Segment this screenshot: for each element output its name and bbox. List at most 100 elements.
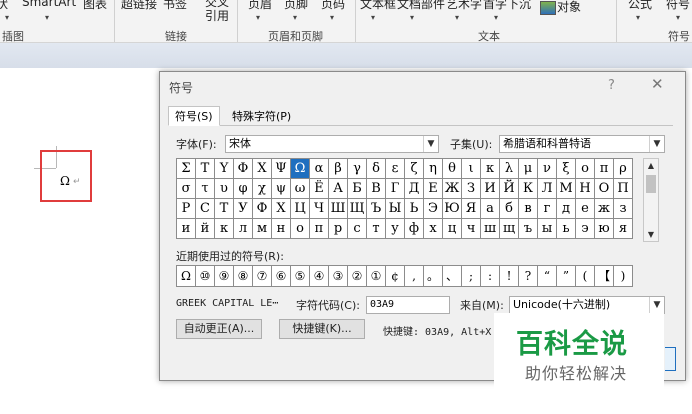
chevron-down-icon[interactable]: ▼ (423, 136, 438, 152)
symbol-cell[interactable]: м (253, 219, 272, 239)
symbol-cell[interactable]: Э (424, 199, 443, 219)
symbol-cell[interactable]: в (519, 199, 538, 219)
header-command[interactable]: 页眉 (248, 0, 272, 12)
symbol-cell[interactable]: А (329, 179, 348, 199)
symbol-cell[interactable]: ζ (405, 159, 424, 179)
symbol-cell[interactable]: Ц (291, 199, 310, 219)
page-number-command[interactable]: 页码 (321, 0, 345, 12)
symbol-cell[interactable]: О (595, 179, 614, 199)
symbol-cell[interactable]: д (557, 199, 576, 219)
symbol-cell[interactable]: Г (386, 179, 405, 199)
chevron-down-icon[interactable]: ▾ (371, 13, 375, 22)
recent-symbol-cell[interactable]: 【 (595, 266, 614, 287)
symbol-cell[interactable]: Н (576, 179, 595, 199)
symbol-cell[interactable]: У (234, 199, 253, 219)
recent-symbol-cell[interactable]: ? (519, 266, 538, 287)
symbol-cell[interactable]: Ж (443, 179, 462, 199)
scroll-thumb[interactable] (646, 175, 656, 193)
symbol-cell[interactable]: ц (443, 219, 462, 239)
symbol-cell[interactable]: И (481, 179, 500, 199)
recent-symbol-cell[interactable]: ! (500, 266, 519, 287)
symbol-cell[interactable]: ю (595, 219, 614, 239)
recent-symbol-cell[interactable]: ⑤ (291, 266, 310, 287)
symbol-cell[interactable]: γ (348, 159, 367, 179)
symbol-cell[interactable]: Χ (253, 159, 272, 179)
chevron-down-icon[interactable]: ▾ (494, 13, 498, 22)
equation-command[interactable]: 公式 (628, 0, 652, 12)
symbol-cell[interactable]: ξ (557, 159, 576, 179)
symbol-cell[interactable]: н (272, 219, 291, 239)
recent-symbol-cell[interactable]: ) (614, 266, 633, 287)
autocorrect-button[interactable]: 自动更正(A)... (176, 319, 262, 339)
chevron-down-icon[interactable]: ▾ (5, 13, 9, 22)
symbol-cell[interactable]: Х (272, 199, 291, 219)
scroll-down-icon[interactable]: ▼ (644, 230, 658, 239)
subset-select[interactable]: 希腊语和科普特语 ▼ (499, 135, 665, 153)
insert-button-edge[interactable] (665, 347, 676, 371)
symbol-cell[interactable]: Υ (215, 159, 234, 179)
symbol-cell[interactable]: е (576, 199, 595, 219)
symbol-cell[interactable]: σ (177, 179, 196, 199)
symbol-cell[interactable]: Й (500, 179, 519, 199)
chevron-down-icon[interactable]: ▾ (45, 13, 49, 22)
symbol-cell[interactable]: ρ (614, 159, 633, 179)
symbol-cell[interactable]: Д (405, 179, 424, 199)
chevron-down-icon[interactable]: ▼ (649, 297, 664, 313)
chevron-down-icon[interactable]: ▾ (455, 13, 459, 22)
symbol-cell[interactable]: ο (576, 159, 595, 179)
recent-symbol-cell[interactable]: ② (348, 266, 367, 287)
symbol-cell[interactable]: п (310, 219, 329, 239)
chevron-down-icon[interactable]: ▾ (676, 13, 680, 22)
symbol-cell[interactable]: Ψ (272, 159, 291, 179)
chevron-down-icon[interactable]: ▾ (293, 13, 297, 22)
symbol-cell[interactable]: щ (500, 219, 519, 239)
tab-special-characters[interactable]: 特殊字符(P) (225, 106, 299, 126)
recent-symbol-cell[interactable]: : (481, 266, 500, 287)
symbol-cell[interactable]: υ (215, 179, 234, 199)
inserted-symbol[interactable]: Ω (60, 174, 70, 188)
bookmark-command[interactable]: 书签 (163, 0, 187, 12)
recent-symbol-cell[interactable]: ( (576, 266, 595, 287)
scroll-up-icon[interactable]: ▲ (644, 161, 658, 170)
symbol-cell[interactable]: с (348, 219, 367, 239)
symbol-cell[interactable]: Ч (310, 199, 329, 219)
chevron-down-icon[interactable]: ▾ (636, 13, 640, 22)
recent-symbol-cell[interactable]: , (405, 266, 424, 287)
symbol-cell[interactable]: α (310, 159, 329, 179)
symbol-cell[interactable]: φ (234, 179, 253, 199)
symbol-cell[interactable]: к (215, 219, 234, 239)
symbol-cell[interactable]: δ (367, 159, 386, 179)
recent-symbol-cell[interactable]: ① (367, 266, 386, 287)
symbol-cell[interactable]: г (538, 199, 557, 219)
symbol-cell[interactable]: κ (481, 159, 500, 179)
symbol-cell[interactable]: θ (443, 159, 462, 179)
recent-symbol-cell[interactable]: 。 (424, 266, 443, 287)
symbol-cell[interactable]: э (576, 219, 595, 239)
drop-cap-command[interactable]: 首字下沉 (483, 0, 531, 12)
symbol-cell[interactable]: Φ (234, 159, 253, 179)
symbol-cell[interactable]: у (386, 219, 405, 239)
char-code-input[interactable]: 03A9 (366, 296, 450, 314)
recent-symbol-cell[interactable]: ⑨ (215, 266, 234, 287)
font-select[interactable]: 宋体 ▼ (225, 135, 439, 153)
recent-symbol-cell[interactable]: ⑧ (234, 266, 253, 287)
symbol-cell[interactable]: Т (215, 199, 234, 219)
textbox-command[interactable]: 文本框 (360, 0, 396, 12)
symbol-cell[interactable]: τ (196, 179, 215, 199)
symbol-cell[interactable]: β (329, 159, 348, 179)
symbol-cell[interactable]: Ь (405, 199, 424, 219)
symbol-cell[interactable]: Σ (177, 159, 196, 179)
symbol-command[interactable]: 符号 (666, 0, 690, 12)
quick-parts-command[interactable]: 文档部件 (397, 0, 445, 12)
symbol-cell[interactable]: б (500, 199, 519, 219)
symbol-cell[interactable]: М (557, 179, 576, 199)
symbol-cell[interactable]: Ы (386, 199, 405, 219)
symbol-cell[interactable]: р (329, 219, 348, 239)
symbol-cell[interactable]: ч (462, 219, 481, 239)
recent-symbol-cell[interactable]: 、 (443, 266, 462, 287)
footer-command[interactable]: 页脚 (284, 0, 308, 12)
cross-reference-command[interactable]: 交叉引用 (205, 0, 231, 23)
symbol-cell[interactable]: Е (424, 179, 443, 199)
symbol-cell[interactable]: Б (348, 179, 367, 199)
symbol-cell[interactable]: ε (386, 159, 405, 179)
